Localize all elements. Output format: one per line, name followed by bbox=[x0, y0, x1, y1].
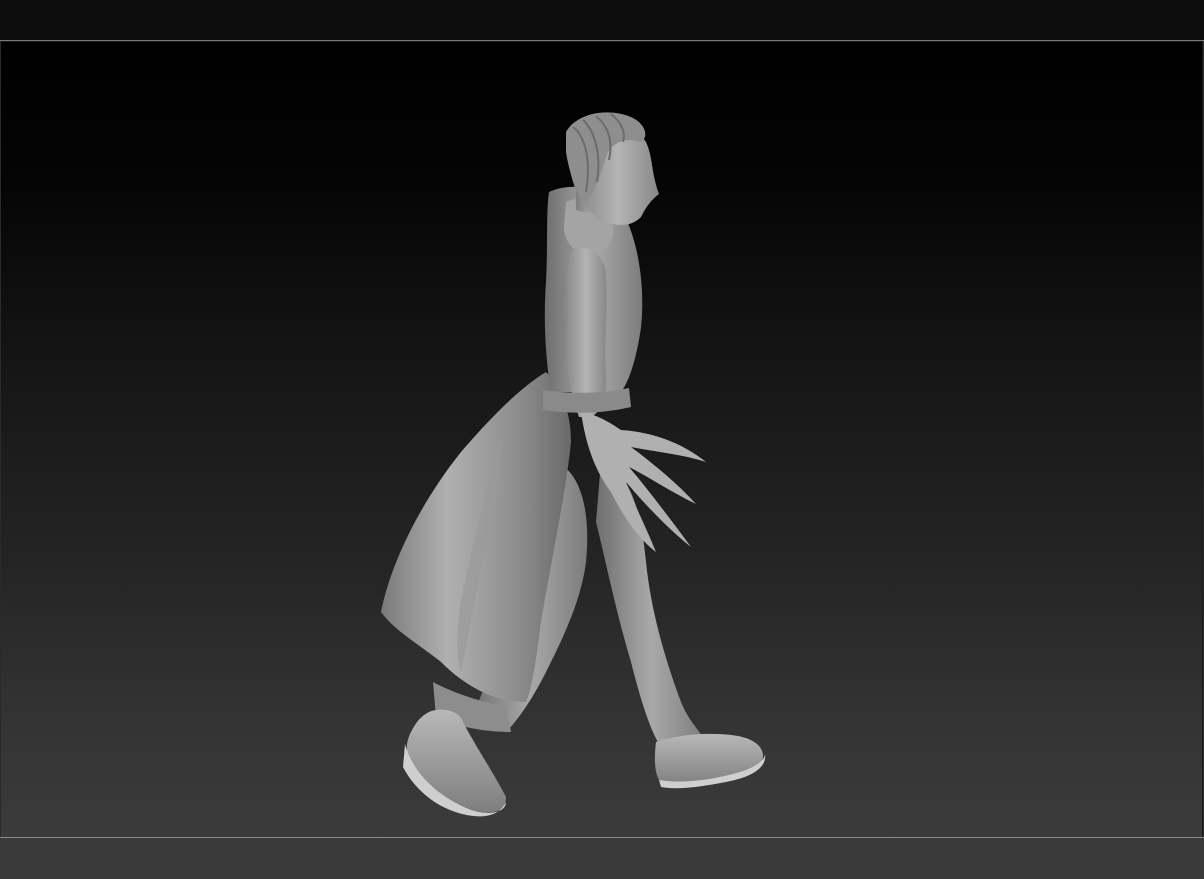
top-toolbar bbox=[0, 0, 1204, 41]
3d-viewport-canvas[interactable] bbox=[1, 42, 1202, 837]
bottom-toolbar bbox=[0, 837, 1204, 879]
sculpt-app-window bbox=[0, 0, 1204, 879]
sculpt-figure-icon[interactable] bbox=[1, 42, 1202, 837]
